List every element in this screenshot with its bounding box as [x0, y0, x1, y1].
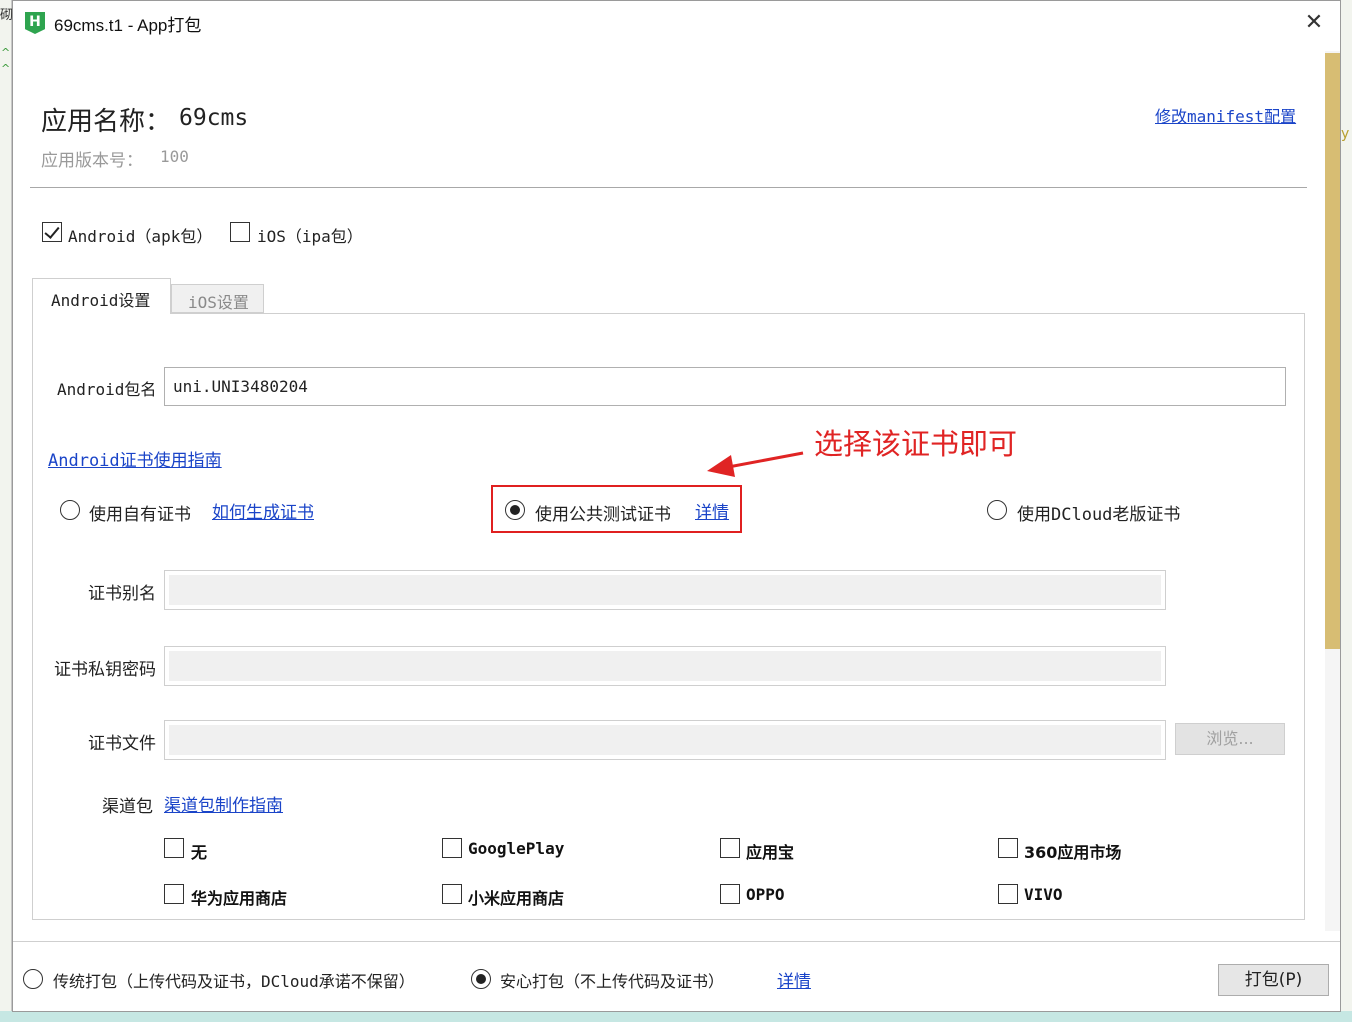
close-button[interactable]: ✕ — [1299, 9, 1329, 37]
channel-oppo-checkbox[interactable] — [720, 884, 740, 904]
divider — [30, 187, 1307, 188]
title-bar[interactable]: H 69cms.t1 - App打包 ✕ — [13, 1, 1340, 45]
channel-huawei-checkbox[interactable] — [164, 884, 184, 904]
channel-none-checkbox[interactable] — [164, 838, 184, 858]
android-package-label: Android包名 — [57, 380, 157, 399]
public-test-cert-label: 使用公共测试证书 — [535, 505, 671, 525]
how-to-generate-cert-link[interactable]: 如何生成证书 — [212, 498, 314, 523]
fold-caret-icon: ^ — [1, 46, 11, 59]
channel-guide-link[interactable]: 渠道包制作指南 — [164, 791, 283, 816]
ios-platform-label: iOS（ipa包） — [257, 227, 363, 246]
channel-googleplay-checkbox[interactable] — [442, 838, 462, 858]
public-test-cert-radio[interactable] — [505, 500, 525, 520]
cert-alias-input[interactable] — [164, 570, 1166, 610]
own-cert-radio[interactable] — [60, 500, 80, 520]
channel-yingyongbao-label: 应用宝 — [746, 843, 795, 862]
dialog-footer: 传统打包（上传代码及证书，DCloud承诺不保留） 安心打包（不上传代码及证书）… — [13, 941, 1340, 1011]
android-package-input[interactable]: uni.UNI3480204 — [164, 367, 1286, 406]
cert-alias-label: 证书别名 — [88, 584, 156, 604]
channel-googleplay-label: GooglePlay — [468, 839, 565, 858]
channel-xiaomi-checkbox[interactable] — [442, 884, 462, 904]
app-version-value: 100 — [160, 147, 189, 166]
android-platform-label: Android（apk包） — [68, 227, 213, 246]
dcloud-old-cert-radio[interactable] — [987, 500, 1007, 520]
channel-none-label: 无 — [191, 843, 208, 862]
hbuilder-icon: H — [25, 12, 45, 34]
close-icon: ✕ — [1304, 10, 1324, 35]
background-editor-left: 砌 ^ ^ — [0, 0, 13, 1022]
edit-manifest-link[interactable]: 修改manifest配置 — [1155, 103, 1296, 127]
dcloud-old-cert-label: 使用DCloud老版证书 — [1017, 505, 1181, 525]
cert-password-label: 证书私钥密码 — [54, 660, 156, 680]
tab-ios-settings[interactable]: iOS设置 — [171, 284, 264, 313]
app-pack-dialog: H 69cms.t1 - App打包 ✕ 应用名称： 69cms 应用版本号： … — [12, 0, 1341, 1012]
annotation-text: 选择该证书即可 — [814, 427, 1018, 461]
channel-label: 渠道包 — [102, 797, 153, 817]
traditional-pack-radio[interactable] — [23, 969, 43, 989]
channel-oppo-label: OPPO — [746, 885, 785, 904]
browse-button[interactable]: 浏览... — [1175, 723, 1285, 755]
annotation-arrow-icon — [707, 451, 804, 477]
channel-360-checkbox[interactable] — [998, 838, 1018, 858]
background-editor-right: y — [1341, 0, 1352, 1022]
android-cert-guide-link[interactable]: Android证书使用指南 — [48, 446, 222, 471]
android-platform-checkbox[interactable] — [42, 222, 62, 242]
cert-file-label: 证书文件 — [88, 734, 156, 754]
dialog-content: 应用名称： 69cms 应用版本号： 100 修改manifest配置 Andr… — [13, 45, 1325, 941]
scrollbar-thumb[interactable] — [1325, 53, 1340, 649]
secure-pack-label: 安心打包（不上传代码及证书） — [500, 972, 725, 991]
secure-pack-radio[interactable] — [471, 969, 491, 989]
app-version-label: 应用版本号： — [41, 151, 143, 171]
fold-caret-icon: ^ — [1, 62, 11, 75]
channel-vivo-label: VIVO — [1024, 885, 1063, 904]
cert-file-input[interactable] — [164, 720, 1166, 760]
app-name-label: 应用名称： — [41, 107, 172, 137]
channel-huawei-label: 华为应用商店 — [191, 889, 288, 908]
channel-360-label: 360应用市场 — [1024, 843, 1122, 862]
channel-yingyongbao-checkbox[interactable] — [720, 838, 740, 858]
traditional-pack-label: 传统打包（上传代码及证书，DCloud承诺不保留） — [53, 972, 415, 991]
ios-platform-checkbox[interactable] — [230, 222, 250, 242]
channel-xiaomi-label: 小米应用商店 — [468, 889, 565, 908]
secure-pack-details-link[interactable]: 详情 — [777, 967, 811, 992]
tab-android-settings[interactable]: Android设置 — [32, 278, 171, 314]
own-cert-label: 使用自有证书 — [89, 505, 191, 525]
public-test-cert-details-link[interactable]: 详情 — [695, 498, 729, 523]
background-glyph: y — [1341, 126, 1350, 142]
window-title: 69cms.t1 - App打包 — [54, 16, 202, 35]
cert-password-input[interactable] — [164, 646, 1166, 686]
app-name-value: 69cms — [179, 105, 249, 131]
background-status-strip — [0, 1011, 1352, 1022]
channel-vivo-checkbox[interactable] — [998, 884, 1018, 904]
pack-button[interactable]: 打包(P) — [1218, 964, 1329, 996]
